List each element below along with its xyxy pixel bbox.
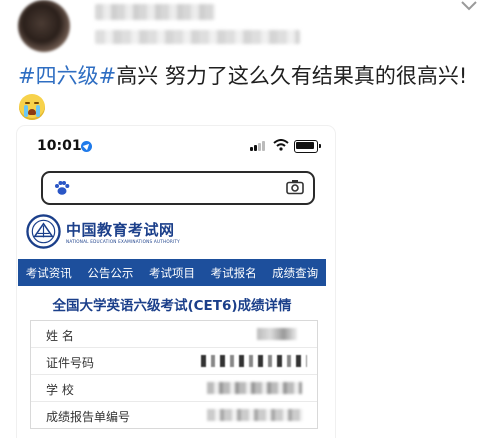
nav-item-news[interactable]: 考试资讯 — [18, 265, 80, 281]
avatar[interactable] — [18, 0, 70, 52]
paw-icon[interactable] — [53, 179, 71, 197]
table-row: 证件号码 — [31, 348, 317, 375]
nav-item-score-inquiry[interactable]: 成绩查询 — [264, 265, 326, 281]
battery-icon — [294, 140, 321, 153]
redacted-value — [207, 382, 302, 394]
post-text: #四六级#高兴 努力了这么久有结果真的很高兴! — [18, 62, 488, 90]
crying-face-emoji-icon — [19, 94, 45, 120]
post-meta-redacted — [95, 30, 300, 44]
site-name: 中国教育考试网 — [66, 221, 175, 239]
username-redacted[interactable] — [95, 4, 215, 20]
redacted-value — [207, 409, 303, 421]
chevron-down-icon[interactable] — [460, 0, 478, 12]
nav-item-exam-programs[interactable]: 考试项目 — [141, 265, 203, 281]
redacted-value — [201, 355, 307, 367]
result-table: 姓 名 证件号码 学 校 成绩报告单编号 — [30, 320, 318, 429]
post-body: 高兴 努力了这么久有结果真的很高兴! — [116, 64, 468, 88]
status-bar: 10:01 — [17, 126, 335, 164]
hashtag-link[interactable]: #四六级# — [18, 64, 116, 88]
result-title: 全国大学英语六级考试(CET6)成绩详情 — [52, 298, 292, 314]
embedded-phone-screenshot[interactable]: 10:01 中国教育考试网 NATIONAL EDUCATION EXAMINA… — [17, 126, 335, 438]
signal-icon — [250, 140, 267, 151]
status-time: 10:01 — [37, 138, 82, 154]
table-row: 姓 名 — [31, 321, 317, 348]
row-label-name: 姓 名 — [46, 329, 74, 343]
wifi-icon — [273, 139, 289, 151]
site-subtitle: NATIONAL EDUCATION EXAMINATIONS AUTHORIT… — [66, 239, 180, 244]
table-row: 学 校 — [31, 375, 317, 402]
row-label-school: 学 校 — [46, 383, 74, 397]
search-bar[interactable] — [41, 171, 315, 205]
row-label-report-number: 成绩报告单编号 — [46, 410, 131, 424]
main-nav: 考试资讯 公告公示 考试项目 考试报名 成绩查询 — [18, 259, 326, 286]
row-label-id-number: 证件号码 — [46, 356, 95, 370]
table-row: 成绩报告单编号 — [31, 402, 317, 428]
nav-item-registration[interactable]: 考试报名 — [203, 265, 265, 281]
result-panel: 全国大学英语六级考试(CET6)成绩详情 姓 名 证件号码 学 校 成绩报告单编… — [18, 286, 326, 438]
nav-item-announcements[interactable]: 公告公示 — [80, 265, 142, 281]
camera-icon[interactable] — [286, 179, 304, 195]
location-arrow-icon — [81, 141, 92, 152]
neea-logo-icon — [26, 214, 61, 249]
redacted-value — [257, 328, 297, 340]
